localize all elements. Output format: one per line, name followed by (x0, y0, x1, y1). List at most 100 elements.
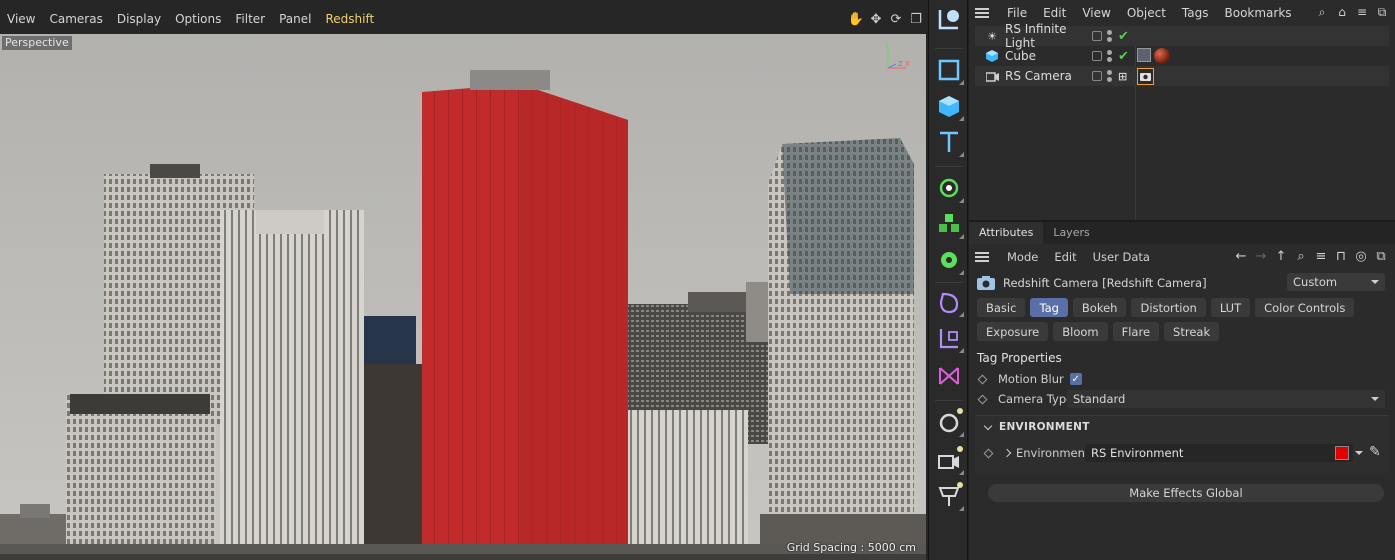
om-menu-bookmarks[interactable]: Bookmarks (1217, 6, 1300, 20)
cube-icon[interactable] (933, 90, 965, 122)
move-hand-icon[interactable]: ✋ (848, 11, 864, 27)
page-button-basic[interactable]: Basic (977, 298, 1026, 317)
cloner-icon[interactable] (933, 208, 965, 240)
environment-group-header[interactable]: ENVIRONMENT (975, 416, 1389, 438)
new-window-icon[interactable]: ⧉ (1375, 5, 1389, 19)
attr-menu-user-data[interactable]: User Data (1085, 250, 1158, 264)
manager-tabs: Attributes Layers (969, 222, 1395, 244)
camera-type-label: Camera Type (998, 392, 1074, 406)
light-icon[interactable] (933, 322, 965, 354)
menu-panel[interactable]: Panel (272, 12, 318, 26)
tab-attributes[interactable]: Attributes (969, 222, 1044, 244)
menu-options[interactable]: Options (168, 12, 228, 26)
menu-redshift[interactable]: Redshift (318, 12, 381, 26)
camera-type-value: Standard (1073, 392, 1126, 406)
axis-y-label: Y (884, 42, 890, 50)
environment-property: Environment RS Environment ✎ (983, 444, 1389, 462)
hamburger-menu-icon[interactable] (975, 8, 989, 18)
page-button-color-controls[interactable]: Color Controls (1255, 298, 1355, 317)
axis-z-label: Z (898, 60, 903, 68)
uvw-tag-icon[interactable] (1137, 48, 1151, 62)
checker-icon[interactable]: ⊞ (1118, 70, 1127, 83)
keyframe-diamond-icon[interactable] (983, 448, 994, 458)
page-button-distortion[interactable]: Distortion (1131, 298, 1206, 317)
object-row-rs-camera[interactable]: RS Camera ⊞ (975, 66, 1389, 86)
rotate-icon[interactable]: ⟳ (888, 11, 904, 27)
layer-toggle[interactable] (1092, 31, 1102, 41)
rectangle-icon[interactable] (933, 54, 965, 86)
object-name: RS Camera (1005, 69, 1072, 83)
object-tags (1137, 67, 1154, 85)
target-icon[interactable]: ◎ (1353, 248, 1369, 264)
visibility-dots[interactable] (1107, 30, 1112, 42)
page-button-flare[interactable]: Flare (1112, 322, 1160, 341)
new-window-icon[interactable]: ⧉ (1373, 248, 1389, 264)
make-effects-global-button[interactable]: Make Effects Global (988, 484, 1384, 502)
om-menu-file[interactable]: File (999, 6, 1035, 20)
visibility-dots[interactable] (1107, 50, 1112, 62)
visibility-dots[interactable] (1107, 70, 1112, 82)
home-icon[interactable]: ⌂ (1335, 5, 1349, 19)
attr-menu-mode[interactable]: Mode (999, 250, 1046, 264)
chevron-down-icon[interactable] (1355, 451, 1363, 455)
viewport-scene[interactable]: Perspective Y Z X Grid Spacing : 5000 cm (0, 34, 926, 560)
menu-filter[interactable]: Filter (228, 12, 272, 26)
preset-dropdown[interactable]: Custom (1287, 273, 1385, 291)
viewport-menu-bar: View Cameras Display Options Filter Pane… (0, 6, 928, 32)
object-row-cube[interactable]: Cube ✔ (975, 46, 1389, 66)
layer-toggle[interactable] (1092, 71, 1102, 81)
om-menu-view[interactable]: View (1074, 6, 1118, 20)
live-selection-icon[interactable] (933, 4, 965, 36)
motion-blur-checkbox[interactable]: ✓ (1069, 373, 1082, 385)
page-button-exposure[interactable]: Exposure (977, 322, 1049, 341)
app-window: View Cameras Display Options Filter Pane… (0, 0, 1395, 560)
environment-link-field[interactable]: RS Environment (1085, 444, 1353, 462)
field-icon[interactable] (933, 286, 965, 318)
keyframe-diamond-icon[interactable] (977, 394, 988, 404)
search-icon[interactable]: ⌕ (1315, 5, 1329, 19)
om-menu-object[interactable]: Object (1119, 6, 1174, 20)
search-icon[interactable]: ⌕ (1293, 248, 1309, 264)
camera-type-dropdown[interactable]: Standard (1067, 390, 1385, 408)
page-button-bloom[interactable]: Bloom (1053, 322, 1108, 341)
redshift-icon[interactable] (933, 480, 965, 512)
maximize-icon[interactable]: ❐ (908, 11, 924, 27)
up-arrow-icon[interactable]: ↑ (1273, 248, 1289, 264)
chevron-right-icon[interactable] (1002, 448, 1012, 458)
page-button-bokeh[interactable]: Bokeh (1072, 298, 1127, 317)
page-button-streak[interactable]: Streak (1164, 322, 1220, 341)
lock-icon[interactable]: ⊓ (1333, 248, 1349, 264)
environment-color-swatch[interactable] (1335, 446, 1349, 460)
keyframe-diamond-icon[interactable] (977, 374, 988, 384)
menu-cameras[interactable]: Cameras (42, 12, 109, 26)
om-menu-edit[interactable]: Edit (1035, 6, 1074, 20)
spline-pen-icon[interactable] (933, 172, 965, 204)
back-arrow-icon[interactable]: ← (1233, 248, 1249, 264)
text-icon[interactable] (933, 126, 965, 158)
layer-toggle[interactable] (1092, 51, 1102, 61)
eyedropper-icon[interactable]: ✎ (1369, 444, 1381, 460)
redshift-camera-tag-icon[interactable] (1137, 67, 1154, 85)
attr-menu-edit[interactable]: Edit (1046, 250, 1084, 264)
floor-icon[interactable] (933, 444, 965, 476)
enabled-check-icon[interactable]: ✔ (1118, 29, 1129, 44)
motion-blur-label: Motion Blur (998, 372, 1064, 386)
material-tag-icon[interactable] (1154, 48, 1170, 64)
attribute-icons: ← → ↑ ⌕ ≡ ⊓ ◎ ⧉ (1233, 248, 1389, 264)
camera-icon[interactable] (933, 360, 965, 392)
om-menu-tags[interactable]: Tags (1174, 6, 1217, 20)
filter-icon[interactable]: ≡ (1355, 5, 1369, 19)
hamburger-menu-icon[interactable] (975, 252, 989, 262)
page-button-lut[interactable]: LUT (1210, 298, 1251, 317)
tab-layers[interactable]: Layers (1043, 222, 1099, 244)
menu-view[interactable]: View (0, 12, 42, 26)
page-button-tag[interactable]: Tag (1030, 298, 1068, 317)
tag-icon[interactable] (933, 406, 965, 438)
dolly-icon[interactable]: ✥ (868, 11, 884, 27)
forward-arrow-icon[interactable]: → (1253, 248, 1269, 264)
gear-deformer-icon[interactable] (933, 244, 965, 276)
enabled-check-icon[interactable]: ✔ (1118, 49, 1129, 64)
filter-icon[interactable]: ≡ (1313, 248, 1329, 264)
menu-display[interactable]: Display (110, 12, 168, 26)
object-row-rs-infinite-light[interactable]: ☀ RS Infinite Light ✔ (975, 22, 1389, 50)
